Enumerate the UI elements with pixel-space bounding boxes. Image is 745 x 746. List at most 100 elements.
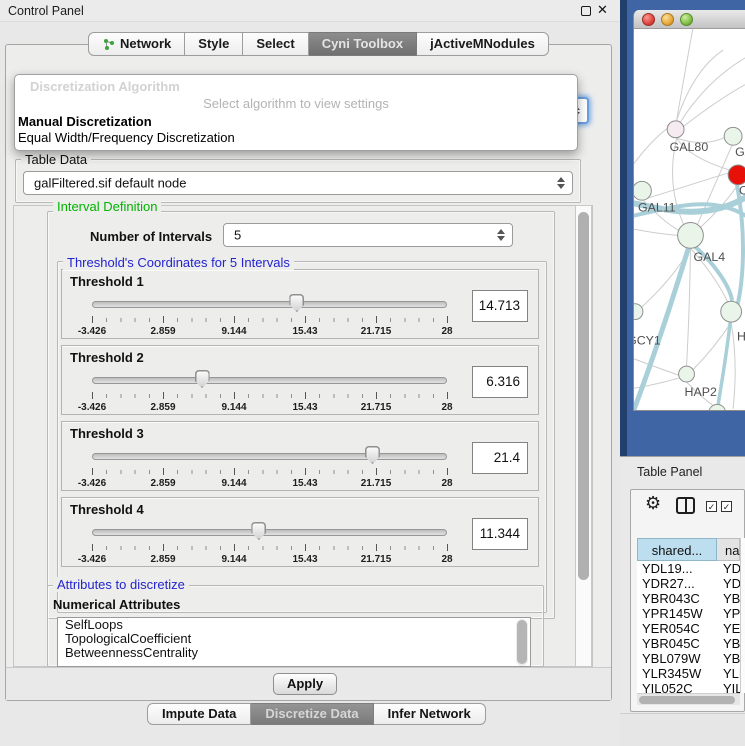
slider-handle[interactable] bbox=[289, 294, 304, 312]
settings-scrollbar[interactable] bbox=[575, 205, 592, 667]
table-panel-footer bbox=[620, 713, 745, 746]
table-row[interactable]: YLR345WYLR3 bbox=[637, 666, 740, 681]
thresholds-group-label: Threshold's Coordinates for 5 Intervals bbox=[63, 255, 294, 270]
table-panel-title: Table Panel bbox=[637, 465, 702, 479]
network-canvas[interactable]: GAL80 GA C GAL11 GAL4 GCY1 H HAP2 bbox=[634, 29, 745, 410]
table-row[interactable]: YBR043CYBR0 bbox=[637, 591, 740, 606]
list-item[interactable]: SelfLoops bbox=[58, 618, 530, 632]
screen: Control Panel ✕ Network Style Select Cyn… bbox=[0, 0, 745, 745]
float-window-icon[interactable] bbox=[581, 6, 591, 16]
slider-minor-ticks bbox=[92, 546, 448, 550]
table-data-select[interactable]: galFiltered.sif default node bbox=[23, 171, 573, 195]
minimize-traffic-light-icon[interactable] bbox=[661, 13, 674, 26]
table-horizontal-scrollbar[interactable] bbox=[637, 693, 740, 705]
close-traffic-light-icon[interactable] bbox=[642, 13, 655, 26]
scrollbar-thumb[interactable] bbox=[578, 212, 589, 580]
checkbox-icon[interactable]: ✓ bbox=[721, 501, 732, 512]
tab-network[interactable]: Network bbox=[88, 32, 185, 56]
bottom-tab-bar: Impute Data Discretize Data Infer Networ… bbox=[147, 703, 486, 725]
top-tab-bar: Network Style Select Cyni Toolbox jActiv… bbox=[88, 32, 549, 56]
tab-impute-data[interactable]: Impute Data bbox=[147, 703, 251, 725]
scrollbar-thumb[interactable] bbox=[517, 620, 527, 664]
table-row[interactable]: YDL19...YDL1 bbox=[637, 561, 740, 576]
table-row[interactable]: YDR27...YDR2 bbox=[637, 576, 740, 591]
threshold-4-panel: Threshold 4 -3.4262.8599.14415.4321.7152… bbox=[61, 497, 539, 567]
threshold-3-panel: Threshold 3 -3.4262.8599.14415.4321.7152… bbox=[61, 421, 539, 491]
network-icon bbox=[102, 38, 115, 51]
node-label: H bbox=[737, 329, 745, 343]
table-data-group-label: Table Data bbox=[21, 152, 91, 167]
threshold-2-label: Threshold 2 bbox=[70, 350, 144, 365]
dropdown-option-equal-width[interactable]: Equal Width/Frequency Discretization bbox=[18, 130, 235, 145]
control-panel: Control Panel ✕ Network Style Select Cyn… bbox=[0, 0, 620, 745]
tab-infer-network[interactable]: Infer Network bbox=[374, 703, 486, 725]
node-label: GAL4 bbox=[693, 250, 725, 264]
tab-jactivemnodules[interactable]: jActiveMNodules bbox=[417, 32, 549, 56]
threshold-1-panel: Threshold 1 -3.4262.8599.14415.4321.7152… bbox=[61, 269, 539, 339]
split-columns-icon[interactable] bbox=[676, 497, 695, 514]
num-intervals-select[interactable]: 5 bbox=[223, 223, 513, 247]
table-row[interactable]: YBL079WYBL0 bbox=[637, 651, 740, 666]
table-panel-body: ⚙ ✓ ✓ shared... na YDL19...YDL1 YDR27...… bbox=[630, 489, 745, 712]
chevron-up-down-icon bbox=[497, 229, 505, 241]
tab-label: Select bbox=[256, 33, 294, 55]
interval-definition-label: Interval Definition bbox=[53, 199, 161, 214]
close-icon[interactable]: ✕ bbox=[597, 2, 608, 18]
tab-label: Network bbox=[120, 33, 171, 55]
apply-button[interactable]: Apply bbox=[273, 673, 337, 695]
slider-handle[interactable] bbox=[365, 446, 380, 464]
threshold-3-slider[interactable]: -3.4262.8599.14415.4321.71528 bbox=[92, 446, 448, 490]
control-panel-titlebar: Control Panel ✕ bbox=[0, 0, 620, 22]
tab-style[interactable]: Style bbox=[185, 32, 243, 56]
slider-track[interactable] bbox=[92, 529, 447, 536]
table-row[interactable]: YBR045CYBR0 bbox=[637, 636, 740, 651]
gal11-node bbox=[634, 181, 651, 200]
threshold-4-value-field[interactable]: 11.344 bbox=[472, 518, 528, 550]
numerical-attributes-list[interactable]: SelfLoops TopologicalCoefficient Between… bbox=[57, 617, 531, 667]
threshold-1-slider[interactable]: -3.4262.8599.14415.4321.71528 bbox=[92, 294, 448, 338]
network-window-titlebar[interactable] bbox=[634, 10, 745, 29]
threshold-3-value-field[interactable]: 21.4 bbox=[472, 442, 528, 474]
num-intervals-label: Number of Intervals bbox=[90, 229, 212, 244]
tab-label: Style bbox=[198, 33, 229, 55]
table-row[interactable]: YER054CYER0 bbox=[637, 621, 740, 636]
threshold-2-slider[interactable]: -3.4262.8599.14415.4321.71528 bbox=[92, 370, 448, 414]
list-scrollbar[interactable] bbox=[516, 619, 528, 666]
scrollbar-thumb[interactable] bbox=[639, 696, 735, 704]
slider-track[interactable] bbox=[92, 377, 447, 384]
table-rows[interactable]: YDL19...YDL1 YDR27...YDR2 YBR043CYBR0 YP… bbox=[637, 561, 740, 693]
algorithm-prompt: Select algorithm to view settings bbox=[15, 96, 577, 111]
tab-select[interactable]: Select bbox=[243, 32, 308, 56]
list-item[interactable]: TopologicalCoefficient bbox=[58, 632, 530, 646]
numerical-attributes-label: Numerical Attributes bbox=[53, 597, 180, 612]
dropdown-option-manual-discretization[interactable]: Manual Discretization bbox=[18, 114, 152, 129]
threshold-4-slider[interactable]: -3.4262.8599.14415.4321.71528 bbox=[92, 522, 448, 566]
column-header-shared-name[interactable]: shared... bbox=[637, 538, 717, 561]
gal80-node bbox=[667, 121, 684, 138]
tab-cyni-toolbox[interactable]: Cyni Toolbox bbox=[309, 32, 417, 56]
list-item[interactable]: BetweennessCentrality bbox=[58, 646, 530, 660]
checkbox-icon[interactable]: ✓ bbox=[706, 501, 717, 512]
gear-icon[interactable]: ⚙ bbox=[645, 493, 661, 514]
table-row[interactable]: YPR145WYPR1 bbox=[637, 606, 740, 621]
slider-track[interactable] bbox=[92, 453, 447, 460]
table-vertical-scrollbar[interactable] bbox=[740, 538, 745, 693]
top-right-node bbox=[724, 127, 742, 145]
slider-track[interactable] bbox=[92, 301, 447, 308]
node-label: GAL80 bbox=[670, 140, 709, 154]
threshold-1-value-field[interactable]: 14.713 bbox=[472, 290, 528, 322]
table-row[interactable]: YIL052CYIL0 bbox=[637, 681, 740, 693]
chevron-up-down-icon bbox=[557, 177, 565, 189]
slider-handle[interactable] bbox=[195, 370, 210, 388]
slider-handle[interactable] bbox=[251, 522, 266, 540]
slider-minor-ticks bbox=[92, 318, 448, 322]
zoom-traffic-light-icon[interactable] bbox=[680, 13, 693, 26]
selected-red-node bbox=[728, 165, 745, 185]
tab-label: Cyni Toolbox bbox=[322, 33, 403, 55]
node-label: HAP2 bbox=[685, 385, 717, 399]
tab-discretize-data[interactable]: Discretize Data bbox=[251, 703, 373, 725]
column-header-name[interactable]: na bbox=[717, 538, 740, 561]
threshold-2-value-field[interactable]: 6.316 bbox=[472, 366, 528, 398]
threshold-1-label: Threshold 1 bbox=[70, 274, 144, 289]
network-graph: GAL80 GA C GAL11 GAL4 GCY1 H HAP2 bbox=[634, 29, 745, 410]
